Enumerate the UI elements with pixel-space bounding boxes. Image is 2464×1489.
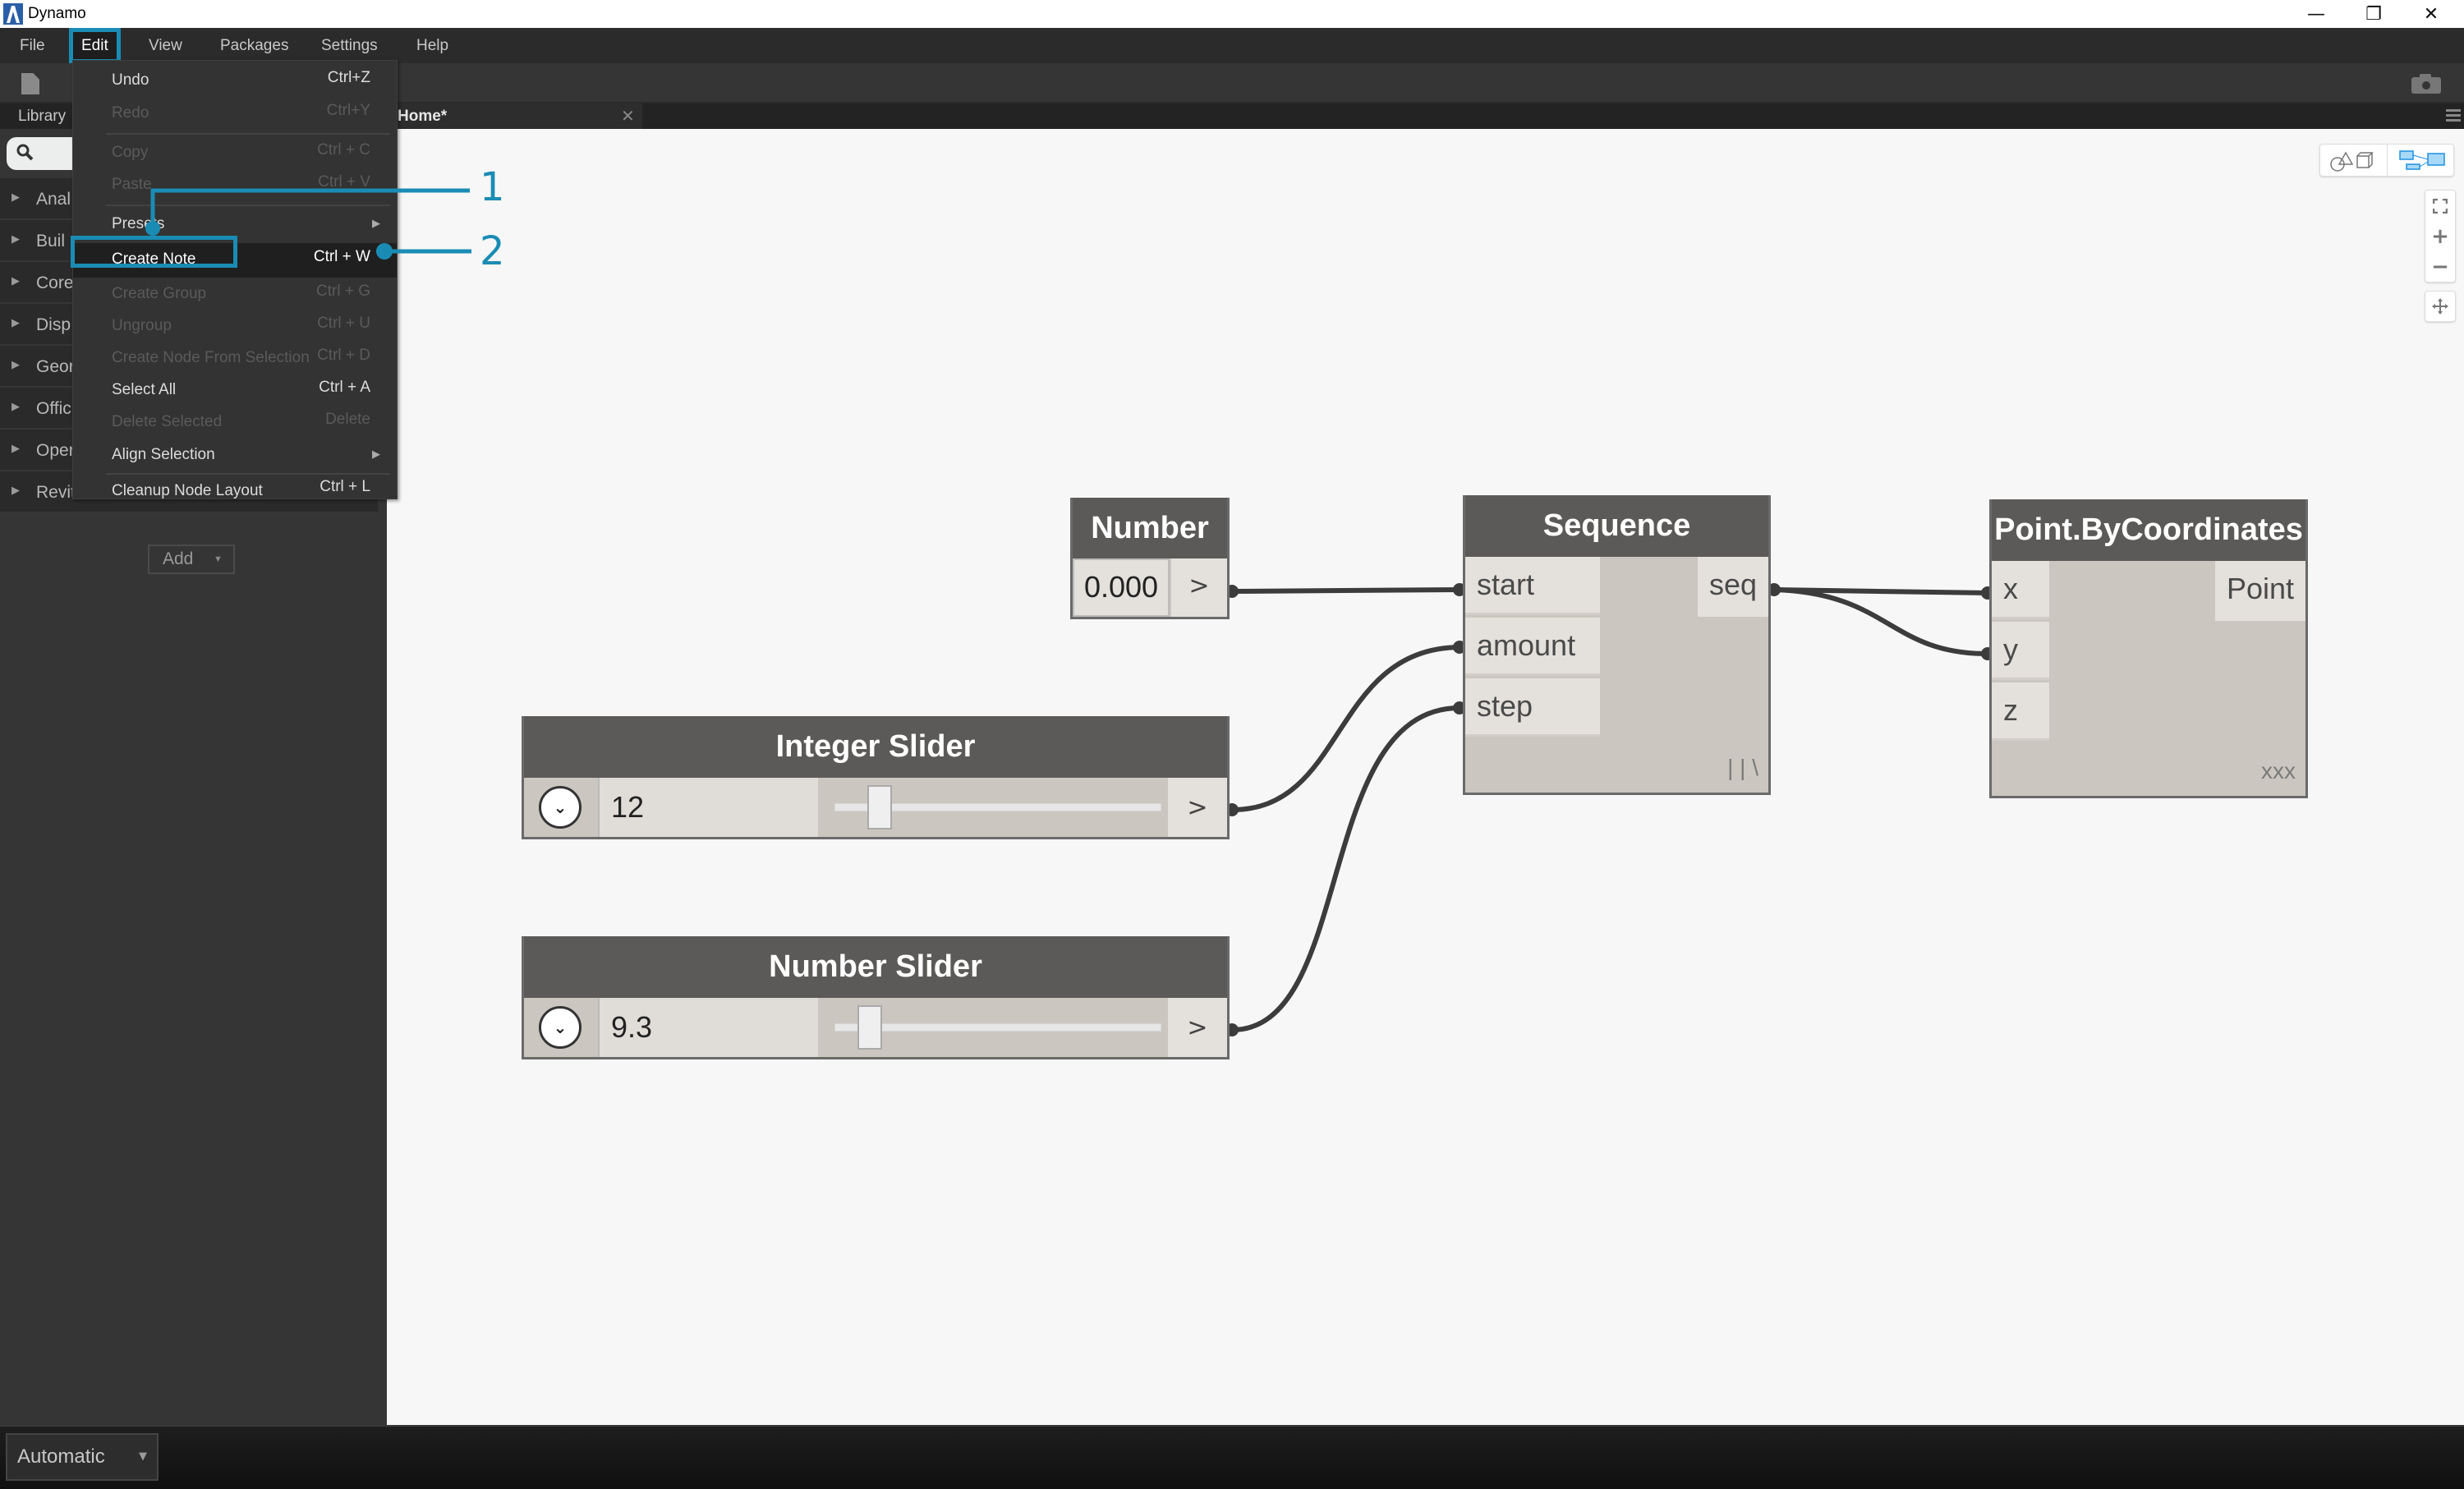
node-title: Number bbox=[1073, 498, 1227, 558]
zoom-out-button[interactable]: − bbox=[2425, 251, 2455, 282]
input-port-amount[interactable]: amount bbox=[1465, 618, 1600, 676]
output-port[interactable]: > bbox=[1168, 778, 1227, 837]
node-title: Sequence bbox=[1465, 495, 1768, 557]
run-mode-dropdown[interactable]: Automatic ▼ bbox=[6, 1433, 159, 1481]
menu-item-shortcut: Ctrl + L bbox=[319, 478, 370, 495]
slider-thumb[interactable] bbox=[857, 1005, 882, 1050]
input-port-y[interactable]: y bbox=[1992, 622, 2049, 680]
zoom-in-button[interactable]: + bbox=[2425, 221, 2455, 251]
input-port-step[interactable]: step bbox=[1465, 678, 1600, 737]
number-input[interactable]: 0.000 bbox=[1073, 558, 1170, 617]
chevron-down-icon: ⌄ bbox=[539, 786, 582, 829]
integer-slider-node[interactable]: Integer Slider ⌄ 12 > bbox=[522, 716, 1230, 839]
menu-item-shortcut: Ctrl + D bbox=[317, 347, 370, 364]
wire-number-to-start[interactable] bbox=[1231, 587, 1460, 594]
node-title: Number Slider bbox=[524, 936, 1227, 998]
number-slider-node[interactable]: Number Slider ⌄ 9.3 > bbox=[522, 936, 1230, 1059]
geometry-view-button[interactable] bbox=[2320, 145, 2388, 176]
graph-view-button[interactable] bbox=[2388, 145, 2454, 176]
lacing-indicator[interactable]: | | \ bbox=[1727, 755, 1758, 781]
dropdown-caret-icon: ▼ bbox=[139, 1450, 147, 1463]
fit-view-icon bbox=[2433, 198, 2448, 214]
number-node[interactable]: Number 0.000 > bbox=[1070, 498, 1230, 619]
slider-track[interactable] bbox=[834, 1023, 1161, 1032]
menu-item-label: Create Group bbox=[112, 285, 207, 302]
menu-item-ungroup[interactable]: Ungroup Ctrl + U bbox=[73, 310, 397, 342]
menu-item-cleanup-node-layout[interactable]: Cleanup Node Layout Ctrl + L bbox=[73, 466, 397, 499]
output-port[interactable]: > bbox=[1171, 558, 1227, 617]
lacing-indicator[interactable]: xxx bbox=[2261, 758, 2296, 784]
callout-dot-2 bbox=[376, 243, 393, 260]
input-port-start[interactable]: start bbox=[1465, 557, 1600, 615]
callout-line-1 bbox=[150, 188, 470, 228]
sequence-node[interactable]: Sequence start amount step seq | | \ bbox=[1463, 495, 1771, 795]
slider-thumb[interactable] bbox=[867, 785, 892, 830]
wire-intslider-to-amount[interactable] bbox=[1231, 645, 1460, 812]
wire-seq-to-y[interactable] bbox=[1773, 587, 1988, 656]
output-port[interactable]: > bbox=[1168, 998, 1227, 1057]
wire-numslider-to-step[interactable] bbox=[1231, 705, 1460, 1032]
input-port-z[interactable]: z bbox=[1992, 682, 2049, 741]
menu-item-select-all[interactable]: Select All Ctrl + A bbox=[73, 374, 397, 407]
node-title: Point.ByCoordinates bbox=[1992, 499, 2305, 561]
menu-item-label: Ungroup bbox=[112, 317, 172, 334]
callout-number-1: 1 bbox=[480, 164, 505, 210]
expand-slider-button[interactable]: ⌄ bbox=[524, 778, 596, 837]
menu-item-shortcut: Ctrl + G bbox=[316, 283, 370, 300]
point-bycoordinates-node[interactable]: Point.ByCoordinates x y z Point xxx bbox=[1989, 499, 2308, 798]
callout-number-2: 2 bbox=[480, 228, 505, 274]
menu-item-create-group[interactable]: Create Group Ctrl + G bbox=[73, 278, 397, 310]
pan-button[interactable] bbox=[2425, 291, 2456, 322]
expand-slider-button[interactable]: ⌄ bbox=[524, 998, 596, 1057]
slider-body: ⌄ 9.3 > bbox=[524, 998, 1227, 1057]
output-port-seq[interactable]: seq bbox=[1697, 557, 1768, 617]
menu-item-shortcut: Delete bbox=[325, 411, 370, 428]
slider-value-input[interactable]: 12 bbox=[598, 778, 818, 837]
menu-item-shortcut: Ctrl + U bbox=[317, 315, 370, 332]
slider-body: ⌄ 12 > bbox=[524, 778, 1227, 837]
move-arrows-icon bbox=[2432, 298, 2448, 315]
menu-item-shortcut: Ctrl + A bbox=[319, 379, 370, 396]
chevron-down-icon: ⌄ bbox=[539, 1006, 582, 1049]
node-title: Integer Slider bbox=[524, 716, 1227, 778]
zoom-controls: + − bbox=[2425, 190, 2456, 283]
menu-item-label: Cleanup Node Layout bbox=[112, 482, 263, 499]
input-port-x[interactable]: x bbox=[1992, 561, 2049, 619]
callout-dot-1 bbox=[145, 221, 160, 236]
zoom-to-fit-button[interactable] bbox=[2425, 191, 2455, 221]
menu-item-label: Delete Selected bbox=[112, 413, 223, 430]
view-toggle bbox=[2319, 144, 2454, 177]
slider-value-input[interactable]: 9.3 bbox=[598, 998, 818, 1057]
menu-item-label: Create Node From Selection bbox=[112, 349, 310, 366]
geometry-shapes-icon bbox=[2329, 151, 2374, 172]
menu-item-label: Select All bbox=[112, 381, 177, 398]
menu-item-delete-selected[interactable]: Delete Selected Delete bbox=[73, 406, 397, 439]
run-mode-value: Automatic bbox=[17, 1445, 105, 1468]
output-port-point[interactable]: Point bbox=[2214, 561, 2305, 621]
node-graph-icon bbox=[2399, 150, 2445, 170]
bottom-bar: Automatic ▼ bbox=[0, 1425, 2464, 1489]
menu-item-create-node-from-selection[interactable]: Create Node From Selection Ctrl + D bbox=[73, 342, 397, 375]
